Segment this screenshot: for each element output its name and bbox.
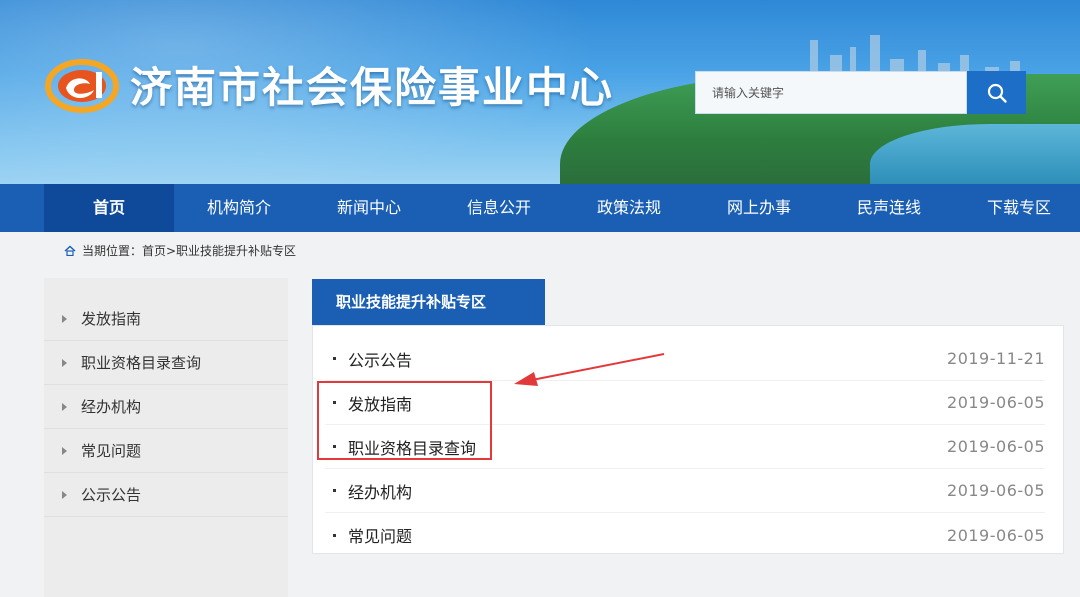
bullet-icon bbox=[333, 533, 336, 537]
section-tab-title: 职业技能提升补贴专区 bbox=[312, 279, 545, 325]
nav-item-policy[interactable]: 政策法规 bbox=[564, 184, 694, 232]
list-item[interactable]: 公示公告 2019-11-21 bbox=[325, 337, 1045, 381]
search-box bbox=[695, 71, 1026, 114]
triangle-right-icon bbox=[62, 314, 67, 323]
nav-item-downloads[interactable]: 下载专区 bbox=[954, 184, 1080, 232]
sidebar-item-qualification-query[interactable]: 职业资格目录查询 bbox=[44, 341, 288, 385]
list-item-date: 2019-11-21 bbox=[947, 349, 1045, 368]
sidebar-item-label: 职业资格目录查询 bbox=[81, 354, 202, 372]
search-icon bbox=[987, 83, 1007, 103]
list-item[interactable]: 常见问题 2019-06-05 bbox=[325, 513, 1045, 557]
sidebar-item-distribution-guide[interactable]: 发放指南 bbox=[44, 297, 288, 341]
sidebar-item-faq[interactable]: 常见问题 bbox=[44, 429, 288, 473]
triangle-right-icon bbox=[62, 358, 67, 367]
header-banner: 济南市社会保险事业中心 bbox=[0, 0, 1080, 184]
list-item-date: 2019-06-05 bbox=[947, 393, 1045, 412]
sidebar-item-label: 公示公告 bbox=[81, 486, 142, 504]
annotation-arrow-icon bbox=[514, 353, 665, 386]
nav-item-online-service[interactable]: 网上办事 bbox=[694, 184, 824, 232]
sidebar-item-label: 经办机构 bbox=[81, 398, 142, 416]
main-nav: 首页 机构简介 新闻中心 信息公开 政策法规 网上办事 民声连线 下载专区 bbox=[0, 184, 1080, 232]
list-item-title[interactable]: 经办机构 bbox=[348, 479, 412, 503]
sidebar-item-label: 发放指南 bbox=[81, 310, 142, 328]
breadcrumb-text: 当期位置：首页>职业技能提升补贴专区 bbox=[82, 244, 297, 258]
sidebar-item-agencies[interactable]: 经办机构 bbox=[44, 385, 288, 429]
site-title: 济南市社会保险事业中心 bbox=[130, 63, 615, 112]
nav-item-info[interactable]: 信息公开 bbox=[434, 184, 564, 232]
list-item-date: 2019-06-05 bbox=[947, 481, 1045, 500]
list-item-title[interactable]: 常见问题 bbox=[348, 523, 412, 547]
nav-item-news[interactable]: 新闻中心 bbox=[304, 184, 434, 232]
list-item-date: 2019-06-05 bbox=[947, 437, 1045, 456]
nav-item-home[interactable]: 首页 bbox=[44, 184, 174, 232]
bullet-icon bbox=[333, 357, 336, 360]
sidebar-item-label: 常见问题 bbox=[81, 442, 142, 460]
search-input[interactable] bbox=[695, 71, 967, 114]
si-logo bbox=[45, 59, 119, 113]
list-item-title[interactable]: 公示公告 bbox=[348, 347, 412, 371]
sidebar: 发放指南 职业资格目录查询 经办机构 常见问题 公示公告 bbox=[44, 278, 288, 597]
search-button[interactable] bbox=[967, 71, 1026, 114]
breadcrumb: 当期位置：首页>职业技能提升补贴专区 bbox=[64, 242, 296, 259]
triangle-right-icon bbox=[62, 402, 67, 411]
home-icon bbox=[64, 245, 76, 256]
list-item[interactable]: 经办机构 2019-06-05 bbox=[325, 469, 1045, 513]
nav-item-about[interactable]: 机构简介 bbox=[174, 184, 304, 232]
triangle-right-icon bbox=[62, 446, 67, 455]
bullet-icon bbox=[333, 489, 336, 492]
sidebar-item-announcements[interactable]: 公示公告 bbox=[44, 473, 288, 517]
nav-item-public-voice[interactable]: 民声连线 bbox=[824, 184, 954, 232]
triangle-right-icon bbox=[62, 490, 67, 499]
list-item-date: 2019-06-05 bbox=[947, 525, 1045, 545]
annotation-highlight-box bbox=[317, 381, 492, 460]
